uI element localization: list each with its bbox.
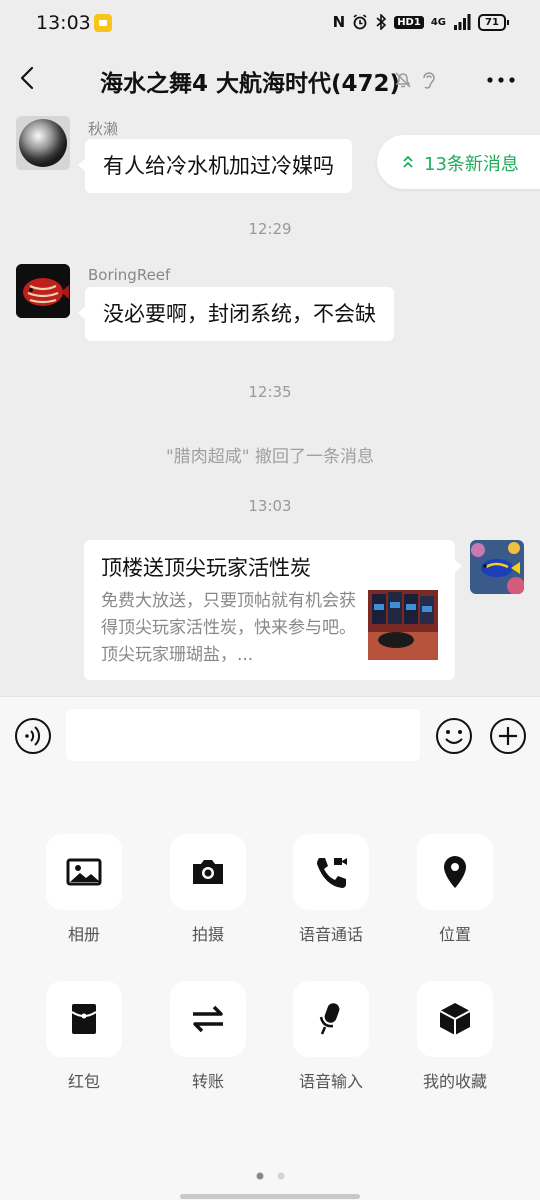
avatar-fish-image <box>16 264 70 318</box>
battery-icon: 71 <box>478 13 509 31</box>
panel-item-camera[interactable]: 拍摄 <box>146 834 270 944</box>
sender-name: BoringReef <box>88 266 171 284</box>
back-arrow-icon[interactable] <box>16 66 40 90</box>
panel-item-tile[interactable] <box>417 834 493 910</box>
shared-link-card[interactable]: 顶楼送顶尖玩家活性炭 免费大放送，只要顶帖就有机会获得顶尖玩家活性炭，快来参与吧… <box>84 540 462 680</box>
earpiece-icon <box>423 72 435 89</box>
panel-item-voice-input[interactable]: 语音输入 <box>269 981 393 1091</box>
emoji-icon[interactable] <box>435 717 473 755</box>
panel-item-label: 相册 <box>67 925 100 944</box>
timestamp: 12:35 <box>248 383 292 401</box>
camera-icon <box>193 860 223 884</box>
status-bar: 13:03 N HD1 4G 71 <box>0 0 540 48</box>
panel-item-favorites[interactable]: 我的收藏 <box>393 981 517 1091</box>
panel-item-label: 拍摄 <box>191 925 224 944</box>
transfer-icon <box>193 1005 223 1033</box>
panel-item-label: 转账 <box>191 1072 224 1091</box>
timestamp: 12:29 <box>248 220 292 238</box>
panel-item-transfer[interactable]: 转账 <box>146 981 270 1091</box>
panel-item-tile[interactable] <box>170 834 246 910</box>
panel-item-label: 位置 <box>438 925 471 944</box>
panel-item-label: 我的收藏 <box>422 1072 487 1091</box>
panel-item-tile[interactable] <box>293 834 369 910</box>
bluetooth-icon <box>376 14 387 30</box>
panel-item-tile[interactable] <box>170 981 246 1057</box>
panel-item-album[interactable]: 相册 <box>22 834 146 944</box>
location-pin-icon <box>444 856 466 888</box>
timestamp: 13:03 <box>248 497 292 515</box>
panel-item-tile[interactable] <box>293 981 369 1057</box>
sender-name: 秋濑 <box>88 120 119 138</box>
function-panel: 相册 拍摄 语音通话 位置 红包 转账 语音输入 我的收藏 <box>0 774 540 1200</box>
mute-bell-icon <box>395 72 411 88</box>
panel-item-red-packet[interactable]: 红包 <box>22 981 146 1091</box>
recall-notice: "腊肉超咸" 撤回了一条消息 <box>165 447 375 467</box>
message-bubble[interactable]: 有人给冷水机加过冷媒吗 <box>78 139 352 193</box>
card-thumbnail-image <box>368 590 438 660</box>
panel-item-tile[interactable] <box>46 981 122 1057</box>
avatar-reef-fish-image <box>470 540 524 594</box>
panel-item-location[interactable]: 位置 <box>393 834 517 944</box>
avatar[interactable] <box>16 264 70 318</box>
chat-header: 海水之舞4 大航海时代(472) <box>0 48 540 110</box>
chat-message-area[interactable]: 秋濑 有人给冷水机加过冷媒吗 13条新消息 12:29 BoringReef 没… <box>0 110 540 696</box>
signal-icon <box>454 14 471 30</box>
panel-item-tile[interactable] <box>417 981 493 1057</box>
more-options-icon[interactable] <box>486 70 516 90</box>
avatar-steel-ball-image <box>16 116 70 170</box>
new-messages-button[interactable]: 13条新消息 <box>377 135 540 189</box>
notification-app-icon <box>94 14 112 32</box>
panel-item-label: 红包 <box>67 1072 100 1091</box>
message-bubble[interactable]: 没必要啊，封闭系统，不会缺 <box>78 287 394 341</box>
panel-item-voice-call[interactable]: 语音通话 <box>269 834 393 944</box>
chat-title[interactable]: 海水之舞4 大航海时代(472) <box>100 64 400 98</box>
card-description: 免费大放送，只要顶帖就有机会获得顶尖玩家活性炭，快来参与吧。顶尖玩家珊瑚盐，..… <box>101 591 356 665</box>
input-bar <box>0 696 540 775</box>
status-time: 13:03 <box>36 12 91 34</box>
phone-call-icon <box>317 858 347 888</box>
panel-item-tile[interactable] <box>46 834 122 910</box>
avatar[interactable] <box>16 116 70 170</box>
message-input[interactable] <box>66 709 420 761</box>
page-indicator <box>256 1172 285 1180</box>
nfc-icon: N <box>332 13 346 31</box>
alarm-icon <box>353 14 367 30</box>
red-packet-icon <box>71 1004 97 1034</box>
home-indicator[interactable] <box>180 1194 360 1199</box>
hd-voice-badge: HD1 <box>394 15 424 29</box>
favorites-cube-icon <box>439 1003 471 1035</box>
photo-album-icon <box>66 858 102 886</box>
avatar[interactable] <box>470 540 524 594</box>
double-chevron-up-icon <box>403 155 413 168</box>
network-type: 4G <box>430 16 446 28</box>
panel-item-label: 语音输入 <box>298 1072 363 1091</box>
new-messages-label: 13条新消息 <box>424 154 519 175</box>
voice-input-toggle-icon[interactable] <box>14 717 52 755</box>
status-icons: N HD1 4G 71 <box>332 13 509 31</box>
plus-more-icon[interactable] <box>489 717 527 755</box>
card-title: 顶楼送顶尖玩家活性炭 <box>101 556 311 580</box>
microphone-icon <box>319 1003 340 1035</box>
panel-item-label: 语音通话 <box>298 925 363 944</box>
